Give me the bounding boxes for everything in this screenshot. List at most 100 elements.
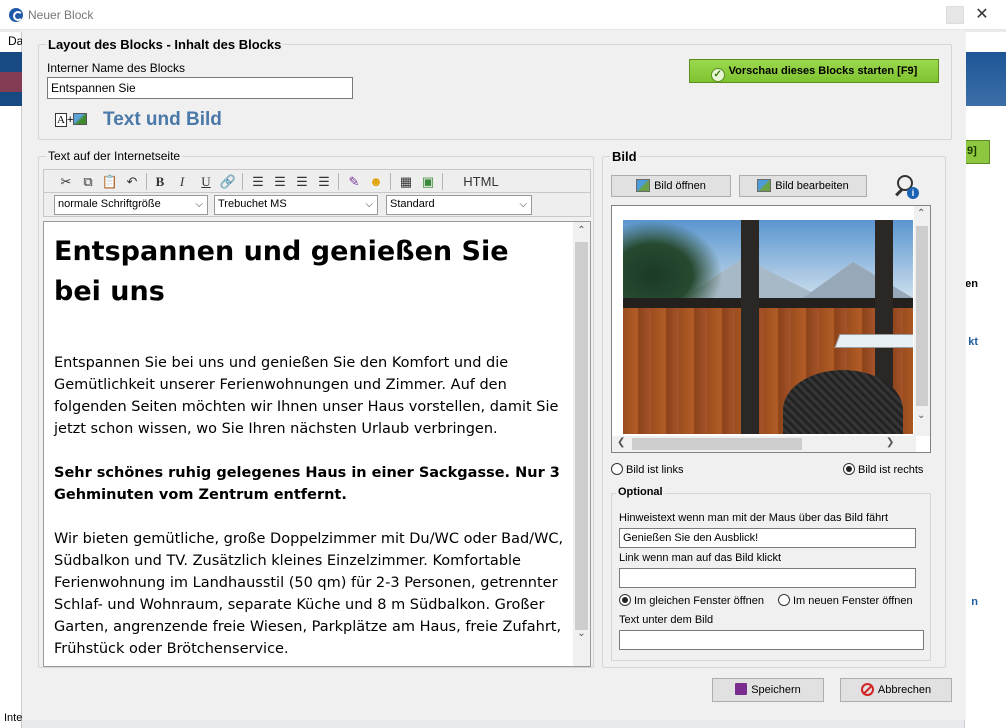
image-group: Bild Bild öffnen Bild bearbeiten i ⌃ ⌄ ❮… <box>602 149 946 668</box>
background-text-fragment: en <box>965 278 978 290</box>
cut-icon[interactable]: ✂ <box>56 172 76 191</box>
text-and-image-icon: A + <box>55 113 91 129</box>
background-right-panel <box>964 32 1006 728</box>
link-label: Link wenn man auf das Bild klickt <box>619 552 782 564</box>
undo-icon[interactable]: ↶ <box>122 172 142 191</box>
minimize-button[interactable] <box>946 6 964 24</box>
background-left-panel <box>0 32 22 728</box>
background-preview-button: 9] <box>964 140 990 164</box>
scroll-down-icon[interactable]: ⌄ <box>573 625 590 642</box>
chevron-down-icon: ⌵ <box>519 199 527 210</box>
preview-button-label: Vorschau dieses Blocks starten [F9] <box>728 65 918 77</box>
paste-icon[interactable]: 📋 <box>100 172 120 191</box>
radio-icon <box>611 463 623 475</box>
italic-icon[interactable]: I <box>172 172 192 191</box>
align-right-icon[interactable]: ☰ <box>292 172 312 191</box>
dialog-title: Neuer Block <box>28 8 94 22</box>
scrollbar-thumb[interactable] <box>575 242 588 630</box>
caption-input[interactable] <box>619 630 924 650</box>
dialog-titlebar: Neuer Block ✕ <box>0 0 1006 30</box>
scroll-up-icon[interactable]: ⌃ <box>573 222 590 239</box>
layout-group: Layout des Blocks - Inhalt des Blocks In… <box>38 37 952 140</box>
justify-icon[interactable]: ☰ <box>314 172 334 191</box>
hover-text-label: Hinweistext wenn man mit der Maus über d… <box>619 512 889 524</box>
toolbar-separator <box>338 173 339 190</box>
block-name-input[interactable] <box>47 77 353 99</box>
table-icon[interactable]: ▦ <box>396 172 416 191</box>
image-horizontal-scrollbar[interactable]: ❮ ❯ <box>612 436 916 452</box>
caption-label: Text unter dem Bild <box>619 614 714 626</box>
open-image-icon <box>636 179 651 192</box>
scroll-up-icon[interactable]: ⌃ <box>917 208 925 219</box>
optional-group-title: Optional <box>616 486 665 498</box>
editor-scrollbar[interactable]: ⌃ ⌄ <box>573 222 590 666</box>
radio-selected-icon <box>843 463 855 475</box>
image-right-radio[interactable]: Bild ist rechts <box>843 463 923 476</box>
layout-type-label: Text und Bild <box>103 109 222 130</box>
bold-icon[interactable]: B <box>150 172 170 191</box>
editor-paragraph: Wir bieten gemütliche, große Doppelzimme… <box>54 531 564 657</box>
align-left-icon[interactable]: ☰ <box>248 172 268 191</box>
chevron-down-icon: ⌵ <box>195 199 203 210</box>
editor-group-title: Text auf der Internetseite <box>46 149 183 163</box>
image-left-radio[interactable]: Bild ist links <box>611 463 683 476</box>
paragraph-style-select[interactable]: Standard ⌵ <box>386 195 532 215</box>
scrollbar-thumb[interactable] <box>632 438 802 450</box>
check-icon: ✓ <box>710 68 725 82</box>
rich-text-editor[interactable]: Entspannen und genießen Sie bei uns Ents… <box>43 221 591 667</box>
color-picker-icon[interactable]: ✎ <box>344 172 364 191</box>
edit-image-button[interactable]: Bild bearbeiten <box>739 175 867 197</box>
radio-icon <box>778 594 790 606</box>
background-status-fragment: Inte <box>4 712 23 724</box>
image-preview-frame: ⌃ ⌄ ❮ ❯ <box>611 205 931 453</box>
scroll-down-icon[interactable]: ⌄ <box>917 410 925 421</box>
layout-group-title: Layout des Blocks - Inhalt des Blocks <box>46 37 284 52</box>
align-center-icon[interactable]: ☰ <box>270 172 290 191</box>
preview-button[interactable]: ✓ Vorschau dieses Blocks starten [F9] <box>689 59 939 83</box>
background-logo-accent <box>0 72 22 92</box>
radio-selected-icon <box>619 594 631 606</box>
image-group-title: Bild <box>610 149 639 164</box>
floppy-disk-icon <box>735 683 748 695</box>
font-family-select[interactable]: Trebuchet MS ⌵ <box>214 195 378 215</box>
emoji-icon[interactable]: ☻ <box>366 172 386 191</box>
same-window-radio[interactable]: Im gleichen Fenster öffnen <box>619 594 764 607</box>
cancel-button[interactable]: Abbrechen <box>840 678 952 702</box>
hover-text-input[interactable] <box>619 528 916 548</box>
insert-image-icon[interactable]: ▣ <box>418 172 438 191</box>
edit-image-icon <box>757 179 772 192</box>
chevron-down-icon: ⌵ <box>365 199 373 210</box>
scroll-left-icon[interactable]: ❮ <box>617 437 625 448</box>
dialog-body: Layout des Blocks - Inhalt des Blocks In… <box>22 30 966 720</box>
link-icon[interactable]: 🔗 <box>218 172 238 191</box>
html-button[interactable]: HTML <box>456 172 506 191</box>
editor-toolbar: ✂ ⧉ 📋 ↶ B I U 🔗 ☰ ☰ ☰ ☰ ✎ ☻ ▦ ▣ HTML <box>43 169 591 193</box>
toolbar-separator <box>390 173 391 190</box>
optional-group: Optional Hinweistext wenn man mit der Ma… <box>611 486 931 661</box>
image-vertical-scrollbar[interactable]: ⌃ ⌄ <box>914 206 930 436</box>
background-link-fragment: kt <box>968 336 978 348</box>
balcony-photo <box>623 220 913 434</box>
save-button[interactable]: Speichern <box>712 678 824 702</box>
link-input[interactable] <box>619 568 916 588</box>
copy-icon[interactable]: ⧉ <box>78 172 98 191</box>
underline-icon[interactable]: U <box>196 172 216 191</box>
new-window-radio[interactable]: Im neuen Fenster öffnen <box>778 594 913 607</box>
zoom-info-icon[interactable]: i <box>895 175 921 201</box>
cancel-icon <box>860 683 874 696</box>
scrollbar-thumb[interactable] <box>916 226 928 406</box>
format-toolbar: normale Schriftgröße ⌵ Trebuchet MS ⌵ Stan… <box>43 193 591 217</box>
open-image-button[interactable]: Bild öffnen <box>611 175 731 197</box>
background-banner <box>964 52 1006 106</box>
editor-heading: Entspannen und genießen Sie bei uns <box>54 236 509 307</box>
toolbar-separator <box>442 173 443 190</box>
font-size-select[interactable]: normale Schriftgröße ⌵ <box>54 195 208 215</box>
block-name-label: Interner Name des Blocks <box>47 61 186 75</box>
editor-paragraph-bold: Sehr schönes ruhig gelegenes Haus in ein… <box>54 465 560 503</box>
editor-content: Entspannen und genießen Sie bei uns Ents… <box>54 226 564 666</box>
scroll-right-icon[interactable]: ❯ <box>886 437 894 448</box>
editor-group: Text auf der Internetseite ✂ ⧉ 📋 ↶ B I U… <box>38 149 594 668</box>
close-button[interactable]: ✕ <box>970 4 994 26</box>
toolbar-separator <box>242 173 243 190</box>
toolbar-separator <box>146 173 147 190</box>
